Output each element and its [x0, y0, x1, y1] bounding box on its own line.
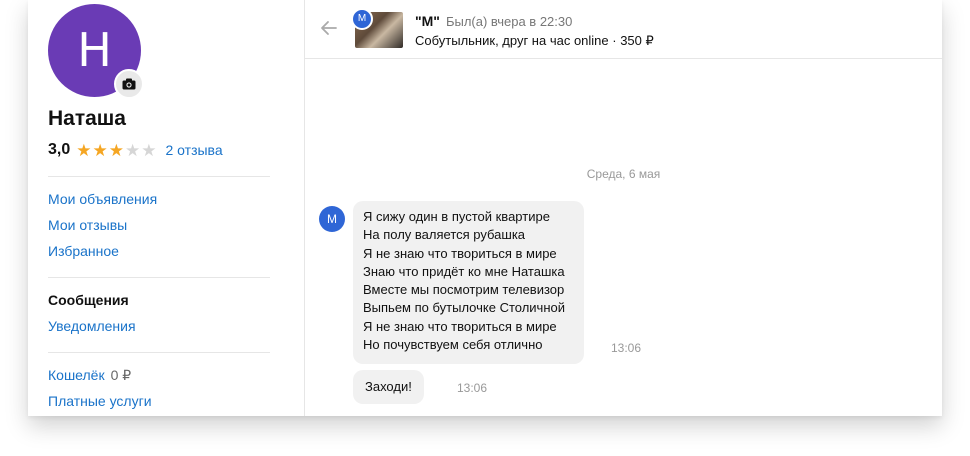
rating-row: 3,0 ★ ★ ★ ★ ★ 2 отзыва [48, 141, 223, 159]
menu-paid-services[interactable]: Платные услуги [48, 393, 152, 409]
message-line: Я не знаю что твориться в мире [363, 318, 557, 334]
message-line: Вместе мы посмотрим телевизор [363, 282, 565, 298]
rating-value: 3,0 [48, 141, 71, 158]
divider [48, 176, 270, 177]
back-arrow-icon[interactable] [319, 18, 339, 43]
message-line: Но почувствуем себя отлично [363, 337, 543, 353]
menu-notifications[interactable]: Уведомления [48, 318, 136, 334]
last-seen-status: Был(а) вчера в 22:30 [445, 14, 573, 29]
seller-name[interactable]: "M" [415, 13, 440, 29]
profile-name: Наташа [48, 107, 126, 130]
chat-header: M "M" Был(а) вчера в 22:30 Собутыльник, д… [305, 0, 942, 59]
reviews-link[interactable]: 2 отзыва [166, 142, 223, 158]
menu-my-reviews[interactable]: Мои отзывы [48, 217, 127, 233]
message-time: 13:06 [611, 341, 642, 355]
message-bubble: Заходи! [353, 370, 424, 405]
menu-messages[interactable]: Сообщения [48, 292, 129, 308]
rating-stars: ★ ★ ★ ★ ★ [76, 142, 156, 159]
message-line: Знаю что придёт ко мне Наташка [363, 263, 565, 279]
date-separator: Среда, 6 мая [586, 167, 661, 181]
divider [48, 352, 270, 353]
wallet-amount: 0 ₽ [110, 367, 132, 383]
seller-avatar: M [351, 8, 373, 30]
menu-wallet[interactable]: Кошелёк 0 ₽ [48, 367, 131, 384]
menu-favorites[interactable]: Избранное [48, 243, 119, 259]
message-bubble: Я сижу один в пустой квартире На полу ва… [353, 201, 584, 364]
message-line: Выпьем по бутылочке Столичной [363, 300, 566, 316]
divider [48, 277, 270, 278]
star-icon: ★ [76, 140, 92, 160]
wallet-label: Кошелёк [48, 367, 105, 383]
message-line: Я не знаю что твориться в мире [363, 245, 557, 261]
header-title-row: "M" Был(а) вчера в 22:30 [415, 13, 572, 29]
chat-panel: M "M" Был(а) вчера в 22:30 Собутыльник, д… [305, 0, 942, 416]
star-icon: ★ [125, 140, 141, 160]
listing-title[interactable]: Собутыльник, друг на час online · 350 ₽ [415, 33, 654, 49]
app-window: H Наташа 3,0 ★ ★ ★ ★ ★ 2 отзыва Мои объя… [28, 0, 942, 416]
sender-avatar: M [319, 206, 345, 232]
message-time: 13:06 [457, 381, 488, 395]
star-icon: ★ [141, 140, 157, 160]
menu-my-ads[interactable]: Мои объявления [48, 191, 157, 207]
camera-icon-glyph [122, 78, 136, 90]
message-line: На полу валяется рубашка [363, 227, 526, 243]
message-text: Заходи! [365, 379, 412, 394]
star-icon: ★ [108, 140, 124, 160]
message-line: Я сижу один в пустой квартире [363, 209, 550, 224]
camera-icon[interactable] [114, 69, 144, 99]
profile-sidebar: H Наташа 3,0 ★ ★ ★ ★ ★ 2 отзыва Мои объя… [28, 0, 304, 416]
star-icon: ★ [92, 140, 108, 160]
